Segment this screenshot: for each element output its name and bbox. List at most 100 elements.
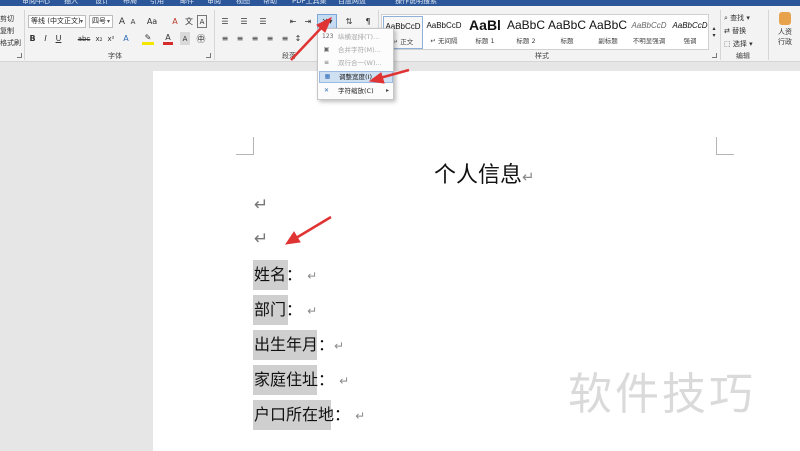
align-left-icon[interactable]: ≡ <box>219 32 231 45</box>
styles-scroll-icon[interactable]: ▴ ▾ <box>710 14 718 50</box>
field-home-address[interactable]: 家庭住址： ↵ <box>254 369 349 392</box>
watermark-text: 软件技巧 <box>568 369 756 420</box>
style-subtitle[interactable]: AaBbC 副标题 <box>588 16 628 49</box>
menu-item-combine-chars[interactable]: ▣ 合并字符(M)... <box>319 44 393 56</box>
cut-button[interactable]: 剪切 <box>0 14 14 24</box>
style-name: 标题 2 <box>516 37 536 45</box>
paragraph-mark: ↵ <box>307 304 318 318</box>
justify-icon[interactable]: ≡ <box>264 32 276 45</box>
find-button[interactable]: ⌕ 查找 ▾ <box>724 13 750 23</box>
format-painter-button[interactable]: 格式刷 <box>0 38 21 48</box>
field-department[interactable]: 部门： ↵ <box>254 299 317 322</box>
bullets-icon[interactable]: ☰ <box>219 15 231 28</box>
italic-button[interactable]: I <box>41 32 50 45</box>
superscript-button[interactable]: x² <box>106 32 116 45</box>
replace-icon: ⇄ <box>724 27 733 35</box>
text-effects-icon[interactable]: A <box>121 32 131 45</box>
increase-indent-icon[interactable]: ⇥ <box>302 15 314 28</box>
hr-admin-button[interactable]: 人资 行政 <box>772 12 798 50</box>
enclose-char-icon[interactable]: ㊥ <box>195 32 207 45</box>
style-emphasis[interactable]: AaBbCcD 强调 <box>670 16 710 49</box>
group-separator <box>24 10 25 60</box>
grow-font-button[interactable]: A <box>117 15 127 28</box>
paragraph-mark: ↵ <box>355 409 366 423</box>
highlight-color-icon[interactable]: ✎ <box>142 32 154 45</box>
editing-group-label: 编辑 <box>736 52 750 60</box>
align-right-icon[interactable]: ≡ <box>249 32 261 45</box>
align-center-icon[interactable]: ≡ <box>234 32 246 45</box>
style-heading-2[interactable]: AaBbC 标题 2 <box>506 16 546 49</box>
paragraph-mark: ↵ <box>334 339 345 353</box>
change-case-button[interactable]: Aa <box>144 15 160 28</box>
show-marks-icon[interactable]: ¶ <box>362 15 374 28</box>
menu-item-fit-text[interactable]: ▦ 调整宽度(I)... <box>319 71 393 83</box>
field-birth-date[interactable]: 出生年月：↵ <box>254 334 344 357</box>
field-name[interactable]: 姓名： ↵ <box>254 264 317 287</box>
underline-button[interactable]: U <box>54 32 63 45</box>
person-icon <box>779 12 791 25</box>
chevron-right-icon: ▸ <box>385 87 389 94</box>
style-sample: AaBbC <box>588 18 628 32</box>
styles-launcher-icon[interactable] <box>712 53 717 58</box>
paragraph-mark: ↵ <box>307 269 318 283</box>
numbering-icon[interactable]: ☰ <box>238 15 250 28</box>
font-color-icon[interactable]: A <box>163 32 173 45</box>
field-label: 部门： <box>254 300 303 319</box>
distributed-icon[interactable]: ≡ <box>279 32 291 45</box>
clear-format-icon[interactable]: A <box>170 15 180 28</box>
font-size-value: 四号 <box>92 17 106 25</box>
hr-admin-label-2: 行政 <box>778 38 792 46</box>
style-name: ↵ 无间隔 <box>430 37 458 45</box>
bold-button[interactable]: B <box>28 32 37 45</box>
font-size-combo[interactable]: 四号 ▾ <box>89 15 113 28</box>
document-title[interactable]: 个人信息↵ <box>434 157 535 189</box>
sort-icon[interactable]: ⇅ <box>343 15 355 28</box>
select-button[interactable]: ⬚ 选择 ▾ <box>724 39 753 49</box>
decrease-indent-icon[interactable]: ⇤ <box>287 15 299 28</box>
subscript-button[interactable]: x₂ <box>94 32 104 45</box>
font-name-combo[interactable]: 等线 (中文正文) ▾ <box>28 15 86 28</box>
crop-mark <box>716 137 734 155</box>
find-label: 查找 <box>730 14 745 22</box>
chinese-layout-menu: 123 纵横混排(T)... ▣ 合并字符(M)... ≡ 双行合一(W)...… <box>317 28 394 100</box>
phonetic-guide-icon[interactable]: 文 <box>184 15 194 28</box>
copy-button[interactable]: 复制 <box>0 26 14 36</box>
char-border-icon[interactable]: A <box>197 15 207 28</box>
replace-button[interactable]: ⇄ 替换 <box>724 26 746 36</box>
chinese-layout-button[interactable]: ✕▾ <box>317 14 337 29</box>
field-label: 姓名： <box>254 265 303 284</box>
char-shading-icon[interactable]: A <box>180 32 190 45</box>
style-heading-1[interactable]: AaBl 标题 1 <box>465 16 505 49</box>
style-name: 标题 <box>560 37 574 45</box>
strikethrough-button[interactable]: abc <box>77 32 91 45</box>
font-name-value: 等线 (中文正文) <box>31 17 81 25</box>
clipboard-launcher-icon[interactable] <box>17 53 22 58</box>
style-no-spacing[interactable]: AaBbCcD ↵ 无间隔 <box>424 16 464 49</box>
menu-item-two-lines-in-one[interactable]: ≡ 双行合一(W)... <box>319 57 393 69</box>
title-text: 个人信息 <box>434 163 523 188</box>
style-sample: AaBbC <box>506 18 546 32</box>
paragraph-mark: ↵ <box>254 195 269 215</box>
style-title[interactable]: AaBbC 标题 <box>547 16 587 49</box>
line-spacing-icon[interactable]: ↕ <box>292 32 304 45</box>
multilevel-list-icon[interactable]: ☰ <box>257 15 269 28</box>
menu-item-char-scaling[interactable]: ✕ 字符缩放(C) ▸ <box>319 85 393 97</box>
shrink-font-button[interactable]: A <box>128 15 138 28</box>
two-lines-icon: ≡ <box>323 59 330 66</box>
field-label: 户口所在地： <box>254 405 351 424</box>
select-icon: ⬚ <box>724 40 733 48</box>
field-hukou[interactable]: 户口所在地： ↵ <box>254 404 365 427</box>
fit-text-icon: ▦ <box>324 73 331 80</box>
font-launcher-icon[interactable] <box>206 53 211 58</box>
menu-item-vertical-horizontal[interactable]: 123 纵横混排(T)... <box>319 31 393 43</box>
style-sample: AaBbCcD <box>631 21 667 30</box>
style-sample: AaBl <box>469 17 501 33</box>
vertical-text-icon: 123 <box>322 33 334 40</box>
paragraph-mark: ↵ <box>254 229 269 249</box>
styles-gallery: AaBbCcD ↵ 正文 AaBbCcD ↵ 无间隔 AaBl 标题 1 AaB… <box>381 14 709 50</box>
style-sample: AaBbCcD <box>426 21 462 30</box>
style-subtle-emphasis[interactable]: AaBbCcD 不明显强调 <box>629 16 669 49</box>
style-name: 强调 <box>683 37 697 45</box>
menu-item-label: 字符缩放(C) <box>338 87 374 95</box>
group-separator <box>214 10 215 60</box>
